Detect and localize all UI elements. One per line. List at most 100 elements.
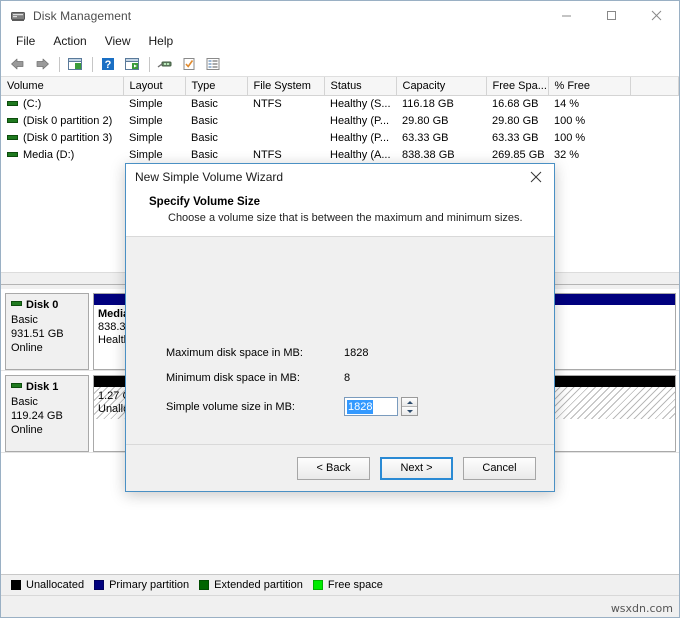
cell-volume: (C:) [1,95,123,113]
cell-status: Healthy (A... [324,146,396,164]
table-row[interactable]: (C:) Simple Basic NTFS Healthy (S... 116… [1,95,679,113]
column-header-type[interactable]: Type [185,77,248,96]
cell-free-space: 63.33 GB [486,129,548,147]
spinner-up-icon[interactable] [402,398,417,407]
cancel-button[interactable]: Cancel [463,456,536,480]
toolbar-separator [92,56,93,72]
minimize-button[interactable] [544,1,589,30]
next-button[interactable]: Next > [380,456,453,480]
list-view-icon[interactable] [202,54,224,74]
menu-item-help[interactable]: Help [142,32,183,50]
disk-header-0[interactable]: Disk 0 Basic 931.51 GB Online [5,293,89,370]
column-header-file-system[interactable]: File System [247,77,325,96]
cell-volume-label: (Disk 0 partition 3) [23,132,113,144]
dialog-close-button[interactable] [518,164,554,190]
volume-size-value: 1828 [347,399,374,414]
volume-size-input[interactable]: 1828 [344,397,398,416]
disk-name: Disk 0 [11,298,83,312]
svg-text:?: ? [105,59,112,71]
menu-item-view[interactable]: View [98,32,140,50]
disk-name: Disk 1 [11,380,83,394]
cell-volume: (Disk 0 partition 3) [1,129,123,147]
disk-header-1[interactable]: Disk 1 Basic 119.24 GB Online [5,375,89,452]
cell-type: Basic [185,146,247,164]
column-header-blank[interactable] [630,77,679,96]
volume-icon [7,151,18,157]
stepper-buttons [401,397,418,416]
dialog-body: Maximum disk space in MB: 1828 Minimum d… [126,237,554,444]
column-header-free-space[interactable]: Free Spa... [486,77,549,96]
disk-state: Online [11,342,43,354]
cell-volume-label: (C:) [23,98,42,111]
column-header-status[interactable]: Status [324,77,397,96]
back-button[interactable]: < Back [297,456,370,480]
cell-free-space: 16.68 GB [486,95,548,113]
cell-layout: Simple [123,129,185,147]
cell-volume: Media (D:) [1,146,123,164]
dialog-subheading: Choose a volume size that is between the… [168,212,523,224]
volume-table: Volume Layout Type File System Status Ca… [1,77,679,164]
dialog-title: New Simple Volume Wizard [135,170,284,184]
column-header-percent-free[interactable]: % Free [548,77,631,96]
spinner-down-icon[interactable] [402,407,417,415]
cell-status: Healthy (P... [324,129,396,147]
window-title: Disk Management [33,8,132,23]
menu-item-action[interactable]: Action [46,32,95,50]
legend-swatch-unallocated [11,580,21,590]
column-header-volume[interactable]: Volume [1,77,124,96]
help-icon[interactable]: ? [97,54,119,74]
cell-type: Basic [185,95,247,113]
maximize-button[interactable] [589,1,634,30]
legend-swatch-extended-partition [199,580,210,590]
cell-capacity: 63.33 GB [396,129,486,147]
menu-item-file[interactable]: File [9,32,44,50]
field-label-maximum-disk-space: Maximum disk space in MB: [166,347,303,359]
forward-icon[interactable] [31,54,53,74]
cell-volume: (Disk 0 partition 2) [1,112,123,130]
cell-layout: Simple [123,112,185,130]
refresh-icon[interactable] [178,54,200,74]
field-label-simple-volume-size: Simple volume size in MB: [166,400,295,413]
cell-blank [630,112,679,130]
cell-capacity: 29.80 GB [396,112,486,130]
disk-icon [11,382,22,388]
volume-icon [7,117,18,123]
show-hide-console-tree-icon[interactable] [64,54,86,74]
properties-window-icon[interactable] [121,54,143,74]
cell-capacity: 116.18 GB [396,95,486,113]
table-row[interactable]: (Disk 0 partition 3) Simple Basic Health… [1,129,679,147]
new-simple-volume-wizard-dialog: New Simple Volume Wizard Specify Volume … [125,163,555,492]
cell-layout: Simple [123,95,185,113]
menubar: File Action View Help [1,30,679,52]
table-header-row: Volume Layout Type File System Status Ca… [1,77,679,96]
column-header-capacity[interactable]: Capacity [396,77,487,96]
cell-percent-free: 100 % [548,129,630,147]
cell-percent-free: 14 % [548,95,630,113]
legend-item-extended-partition: Extended partition [199,579,303,591]
cell-free-space: 269.85 GB [486,146,548,164]
field-value-minimum-disk-space: 8 [344,372,351,384]
cell-percent-free: 100 % [548,112,630,130]
volume-size-stepper[interactable]: 1828 [344,397,418,416]
legend: Unallocated Primary partition Extended p… [1,574,679,595]
disk-management-icon [10,8,26,24]
cell-file-system: NTFS [247,146,324,164]
cell-capacity: 838.38 GB [396,146,486,164]
legend-item-free-space: Free space [312,579,383,591]
dialog-titlebar: New Simple Volume Wizard [126,164,554,190]
cell-type: Basic [185,112,247,130]
close-button[interactable] [634,1,679,30]
cell-status: Healthy (S... [324,95,396,113]
field-simple-volume-size: Simple volume size in MB: 1828 [166,397,536,416]
cell-free-space: 29.80 GB [486,112,548,130]
table-row[interactable]: Media (D:) Simple Basic NTFS Healthy (A.… [1,146,679,164]
table-row[interactable]: (Disk 0 partition 2) Simple Basic Health… [1,112,679,130]
legend-label-unallocated: Unallocated [26,579,85,591]
toolbar: ? [1,52,679,77]
legend-item-unallocated: Unallocated [11,579,84,591]
column-header-layout[interactable]: Layout [123,77,186,96]
dialog-heading: Specify Volume Size [149,196,260,208]
rescan-disks-icon[interactable] [154,54,176,74]
cell-layout: Simple [123,146,185,164]
back-icon[interactable] [7,54,29,74]
